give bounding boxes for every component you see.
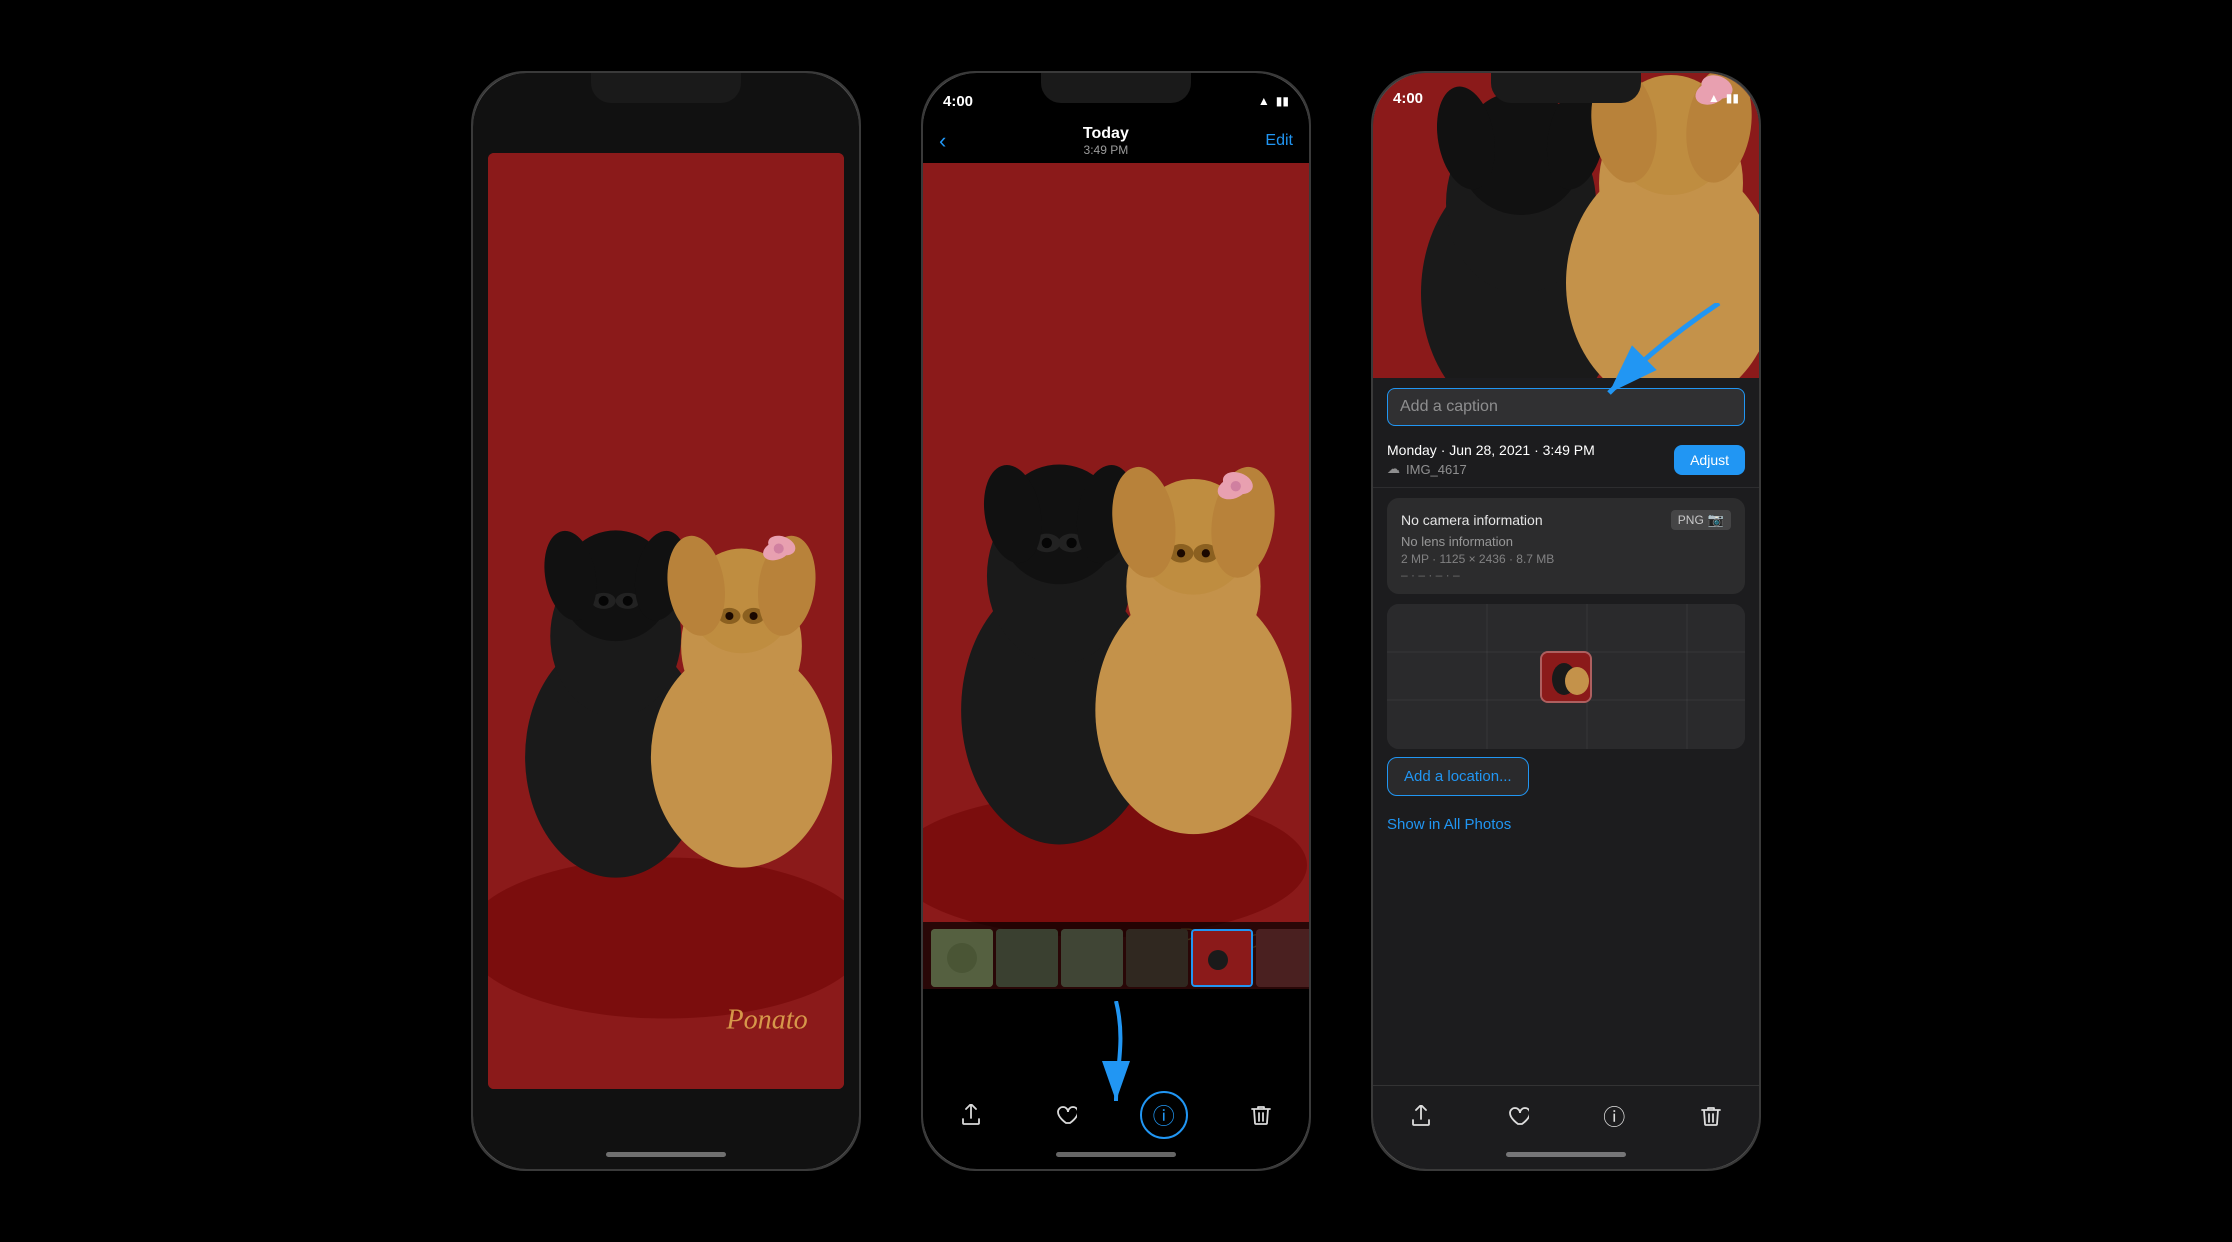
home-indicator xyxy=(1056,1152,1176,1157)
film-thumb-2[interactable] xyxy=(996,929,1058,987)
phone-1-screen: Ponato xyxy=(473,73,859,1169)
power-button[interactable] xyxy=(1309,273,1311,353)
nav-title: Today xyxy=(1083,125,1129,143)
adjust-button[interactable]: Adjust xyxy=(1674,445,1745,475)
caption-input[interactable]: Add a caption xyxy=(1387,388,1745,426)
battery-icon: ▮▮ xyxy=(1276,94,1289,108)
power-button[interactable] xyxy=(859,273,861,353)
home-indicator xyxy=(606,1152,726,1157)
back-button[interactable]: ‹ xyxy=(939,128,946,154)
map-photo-thumbnail xyxy=(1540,651,1592,703)
filename: IMG_4617 xyxy=(1406,462,1467,477)
battery-icon: ▮▮ xyxy=(1726,91,1739,105)
phone-3-screen: 4:00 ▲ ▮▮ Add a caption xyxy=(1373,73,1759,1169)
photo-dims: 2 MP · 1125 × 2436 · 8.7 MB xyxy=(1401,552,1731,566)
info-button[interactable]: ⓘ xyxy=(1140,1091,1188,1139)
dashes: – · – · – · – xyxy=(1401,568,1731,582)
share-button[interactable] xyxy=(949,1093,993,1137)
svg-text:Ponato: Ponato xyxy=(725,1005,807,1036)
trash-button[interactable] xyxy=(1689,1094,1733,1138)
cloud-icon: ☁ xyxy=(1387,461,1400,477)
heart-button[interactable] xyxy=(1496,1094,1540,1138)
edit-button[interactable]: Edit xyxy=(1265,132,1293,150)
film-thumb-selected[interactable] xyxy=(1191,929,1253,987)
nav-subtitle: 3:49 PM xyxy=(1083,143,1129,157)
photo-preview xyxy=(1373,73,1759,378)
wifi-icon: ▲ xyxy=(1708,91,1720,105)
film-thumb-4[interactable] xyxy=(1126,929,1188,987)
phone-1: Ponato xyxy=(471,71,861,1171)
film-thumb-5[interactable] xyxy=(1256,929,1309,987)
trash-button[interactable] xyxy=(1239,1093,1283,1137)
share-button[interactable] xyxy=(1399,1094,1443,1138)
info-button[interactable]: ⓘ xyxy=(1592,1094,1636,1138)
power-button[interactable] xyxy=(1759,273,1761,353)
status-time: 4:00 xyxy=(943,93,973,110)
heart-button[interactable] xyxy=(1044,1093,1088,1137)
phone-2: 4:00 ▲ ▮▮ ‹ Today 3:49 PM Edit xyxy=(921,71,1311,1171)
status-time: 4:00 xyxy=(1393,90,1423,107)
phone-3: 4:00 ▲ ▮▮ Add a caption xyxy=(1371,71,1761,1171)
phone-2-screen: 4:00 ▲ ▮▮ ‹ Today 3:49 PM Edit xyxy=(923,73,1309,1169)
date-text: Monday · Jun 28, 2021 · 3:49 PM xyxy=(1387,442,1595,458)
film-thumb-1[interactable] xyxy=(931,929,993,987)
wifi-icon: ▲ xyxy=(1258,94,1270,108)
no-lens-label: No lens information xyxy=(1401,534,1731,549)
camera-icon: 📷 xyxy=(1708,512,1724,528)
film-thumb-3[interactable] xyxy=(1061,929,1123,987)
home-indicator xyxy=(1506,1152,1626,1157)
png-badge: PNG xyxy=(1678,513,1704,527)
show-all-photos-button[interactable]: Show in All Photos xyxy=(1373,804,1759,845)
add-location-button[interactable]: Add a location... xyxy=(1387,757,1529,796)
no-camera-label: No camera information xyxy=(1401,512,1543,528)
